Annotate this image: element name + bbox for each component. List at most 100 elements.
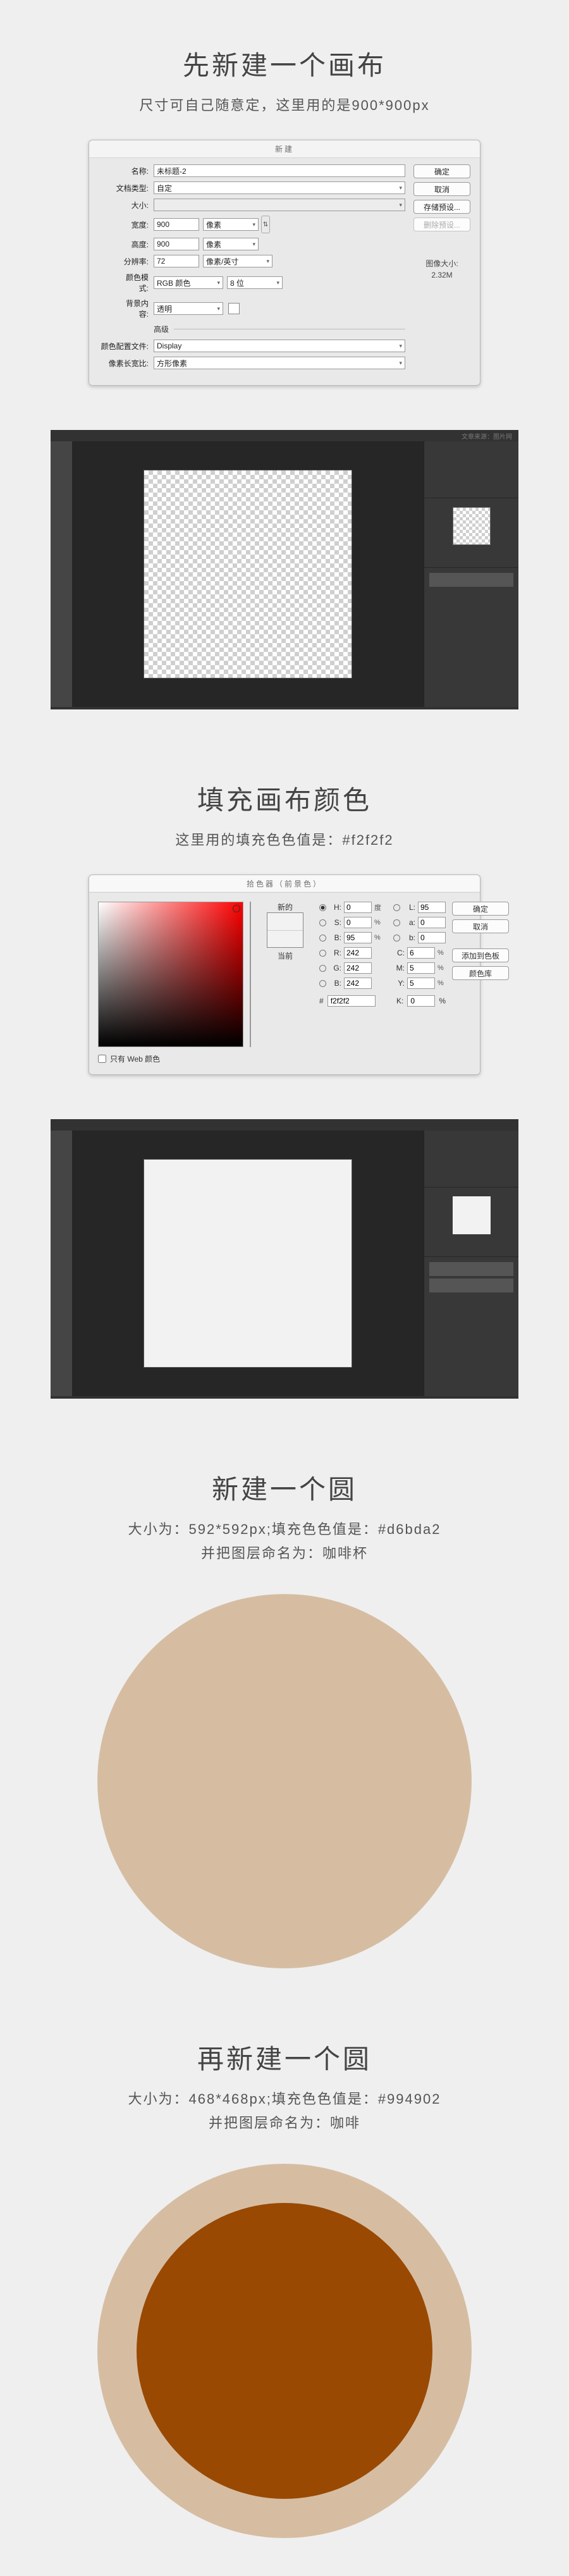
radio-r[interactable] <box>319 950 326 957</box>
canvas-area[interactable] <box>72 441 424 707</box>
radio-a[interactable] <box>393 919 400 926</box>
cp-ok-button[interactable]: 确定 <box>452 902 509 916</box>
color-field[interactable] <box>98 902 243 1047</box>
new-document-dialog: 新建 名称: 未标题-2 文档类型: 自定▾ 大小: ▾ 宽度: 900 <box>89 140 480 386</box>
label-bg: 背景内容: <box>122 298 154 319</box>
h-field[interactable] <box>344 902 372 913</box>
hex-field[interactable] <box>327 995 376 1007</box>
watermark: 文章来源：图片网 <box>455 430 518 441</box>
label-current: 当前 <box>278 950 293 961</box>
b-field[interactable] <box>344 932 372 943</box>
s2-title: 填充画布颜色 <box>0 779 569 818</box>
height-field[interactable]: 900 <box>154 238 199 250</box>
bit-depth-select[interactable]: 8 位▾ <box>227 276 283 289</box>
swatch-new <box>267 913 303 930</box>
advanced-divider: 高级 <box>154 324 405 334</box>
aspect-select[interactable]: 方形像素▾ <box>154 357 405 369</box>
radio-g[interactable] <box>319 965 326 972</box>
preset-select[interactable]: 自定▾ <box>154 181 405 194</box>
label-width: 宽度: <box>122 219 154 230</box>
ok-button[interactable]: 确定 <box>413 164 470 178</box>
width-unit-select[interactable]: 像素▾ <box>203 218 259 231</box>
cp-add-swatch-button[interactable]: 添加到色板 <box>452 948 509 962</box>
radio-b[interactable] <box>319 935 326 941</box>
bg-swatch[interactable] <box>228 303 240 314</box>
height-unit-select[interactable]: 像素▾ <box>203 238 259 250</box>
r-field[interactable] <box>344 947 372 959</box>
cancel-button[interactable]: 取消 <box>413 182 470 196</box>
g-field[interactable] <box>344 962 372 974</box>
coffee-circle <box>137 2203 432 2499</box>
label-mode: 颜色模式: <box>122 272 154 293</box>
bg-select[interactable]: 透明▾ <box>154 302 223 315</box>
cup-circle-outer <box>97 2164 472 2538</box>
layers-panel[interactable] <box>424 568 518 707</box>
layer-row[interactable] <box>429 1279 513 1292</box>
color-mode-select[interactable]: RGB 颜色▾ <box>154 276 223 289</box>
k-field[interactable] <box>407 995 435 1007</box>
label-new: 新的 <box>278 902 293 912</box>
s4-title: 再新建一个圆 <box>0 2038 569 2076</box>
chevron-down-icon: ▾ <box>399 185 402 192</box>
label-profile: 颜色配置文件: <box>97 341 154 352</box>
swap-dimensions-icon[interactable]: ⇅ <box>261 216 270 233</box>
tool-sidebar[interactable] <box>51 441 72 707</box>
s1-title: 先新建一个画布 <box>0 44 569 83</box>
radio-s[interactable] <box>319 919 326 926</box>
radio-h[interactable] <box>319 904 326 911</box>
name-field[interactable]: 未标题-2 <box>154 164 405 177</box>
swatch-compare <box>267 912 303 948</box>
resolution-unit-select[interactable]: 像素/英寸▾ <box>203 255 272 267</box>
canvas-area[interactable] <box>72 1131 424 1396</box>
hue-slider[interactable] <box>250 902 251 1047</box>
a-field[interactable] <box>418 917 446 928</box>
label-height: 高度: <box>122 239 154 250</box>
right-panels[interactable] <box>424 1131 518 1396</box>
picker-ring-icon <box>233 905 240 912</box>
resolution-field[interactable]: 72 <box>154 255 199 267</box>
image-size-info: 图像大小: 2.32M <box>425 258 458 281</box>
color-picker-title: 拾色器（前景色） <box>89 875 480 893</box>
radio-bb[interactable] <box>319 980 326 987</box>
l-field[interactable] <box>418 902 446 913</box>
b2-field[interactable] <box>418 932 446 943</box>
navigator-thumb[interactable] <box>453 507 491 545</box>
size-select[interactable]: ▾ <box>154 199 405 211</box>
radio-l[interactable] <box>393 904 400 911</box>
label-name: 名称: <box>97 166 154 176</box>
cp-cancel-button[interactable]: 取消 <box>452 919 509 933</box>
c-field[interactable] <box>407 947 435 959</box>
app-frame-empty: 文章来源：图片网 <box>51 430 518 709</box>
s3-sub2: 并把图层命名为：咖啡杯 <box>0 1542 569 1562</box>
width-field[interactable]: 900 <box>154 218 199 231</box>
profile-select[interactable]: Display▾ <box>154 340 405 352</box>
s4-sub1: 大小为：468*468px;填充色色值是：#994902 <box>0 2088 569 2108</box>
s3-sub1: 大小为：592*592px;填充色色值是：#d6bda2 <box>0 1518 569 1538</box>
dialog-title: 新建 <box>89 140 480 158</box>
cup-circle <box>97 1594 472 1968</box>
bb-field[interactable] <box>344 978 372 989</box>
y-field[interactable] <box>407 978 435 989</box>
layer-row[interactable] <box>429 1262 513 1276</box>
s2-sub: 这里用的填充色色值是：#f2f2f2 <box>0 829 569 849</box>
m-field[interactable] <box>407 962 435 974</box>
canvas-filled <box>144 1159 352 1368</box>
navigator-thumb[interactable] <box>453 1196 491 1234</box>
web-only-checkbox[interactable]: 只有 Web 颜色 <box>98 1053 243 1064</box>
right-panels[interactable] <box>424 441 518 707</box>
s-field[interactable] <box>344 917 372 928</box>
layers-panel[interactable] <box>424 1257 518 1396</box>
layer-row[interactable] <box>429 573 513 587</box>
color-picker-dialog: 拾色器（前景色） 只有 Web 颜色 新的 当前 H:度 <box>89 874 480 1075</box>
canvas-transparent <box>144 470 352 678</box>
label-preset: 文档类型: <box>97 183 154 193</box>
s1-sub: 尺寸可自己随意定，这里用的是900*900px <box>0 94 569 114</box>
color-values-grid: H:度 L: S:% a: B:% b: R: C:% G: M:% B: Y:… <box>319 902 446 1064</box>
s4-sub2: 并把图层命名为：咖啡 <box>0 2112 569 2132</box>
delete-preset-button: 删除预设... <box>413 218 470 231</box>
radio-b2[interactable] <box>393 935 400 941</box>
label-size: 大小: <box>122 200 154 211</box>
tool-sidebar[interactable] <box>51 1131 72 1396</box>
save-preset-button[interactable]: 存储预设... <box>413 200 470 214</box>
cp-color-lib-button[interactable]: 颜色库 <box>452 966 509 980</box>
